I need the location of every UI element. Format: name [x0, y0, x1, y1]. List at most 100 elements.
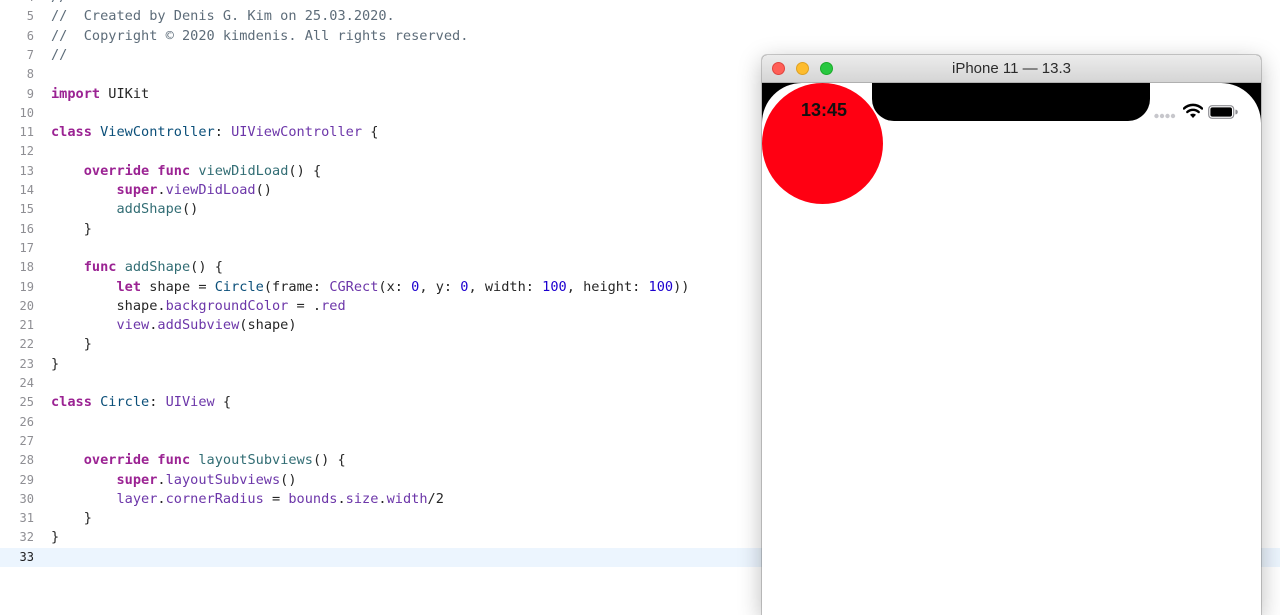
code-token: () { — [288, 162, 322, 179]
code-token: ViewController — [100, 124, 215, 141]
code-token: () { — [190, 259, 223, 276]
line-number: 9 — [26, 86, 34, 101]
code-token: override — [83, 452, 150, 469]
code-text: class Circle: UIView { — [51, 393, 231, 412]
code-token: super — [116, 471, 158, 488]
line-number: 14 — [19, 183, 34, 197]
code-text: // — [51, 46, 67, 65]
line-number: 26 — [19, 414, 34, 429]
code-text: class ViewController: UIViewController { — [51, 123, 378, 142]
code-token: , width: — [468, 278, 543, 295]
code-token: , height: — [566, 278, 649, 295]
code-token: )) — [673, 278, 690, 295]
line-number: 29 — [19, 472, 34, 487]
app-display[interactable]: 13:45 — [762, 83, 1261, 615]
code-token: viewDidLoad — [198, 162, 289, 179]
code-token: { — [214, 394, 232, 411]
code-token: // Copyright © 2020 kimdenis. All rights… — [51, 27, 469, 44]
line-number: 18 — [19, 260, 34, 275]
code-token: () — [181, 201, 199, 218]
code-token: addSubview — [157, 317, 240, 334]
code-token: } — [51, 355, 60, 372]
code-text: } — [51, 220, 92, 239]
code-token: /2 — [427, 490, 444, 507]
code-token: let — [116, 278, 142, 295]
code-token: bounds — [288, 490, 338, 507]
code-token: } — [51, 220, 92, 237]
simulator-titlebar[interactable]: iPhone 11 — 13.3 — [762, 55, 1261, 83]
code-token: UIKit — [100, 85, 150, 102]
code-token: 100 — [542, 278, 567, 295]
code-text: let shape = Circle(frame: CGRect(x: 0, y… — [51, 278, 689, 297]
line-number: 19 — [19, 279, 34, 294]
code-text: // — [51, 0, 67, 7]
line-number: 17 — [19, 240, 34, 255]
code-token: (shape) — [239, 317, 297, 334]
line-number: 24 — [19, 376, 34, 390]
line-number: 6 — [26, 28, 34, 43]
line-number: 22 — [19, 337, 34, 352]
code-token: // Created by Denis G. Kim on 25.03.2020… — [51, 8, 395, 25]
code-token: . — [157, 490, 166, 507]
line-number: 7 — [26, 47, 34, 62]
simulator-window: iPhone 11 — 13.3 13:45 — [762, 55, 1261, 615]
code-text: } — [51, 335, 92, 354]
code-token: : — [149, 394, 166, 411]
code-token: addShape — [124, 259, 191, 276]
code-text: func addShape() { — [51, 258, 223, 277]
code-text: } — [51, 355, 59, 374]
line-number: 27 — [19, 433, 34, 448]
code-token: super — [116, 182, 158, 198]
code-token: func — [157, 452, 191, 469]
code-token: (x: — [378, 278, 412, 295]
code-token: UIViewController — [231, 124, 363, 141]
code-text: view.addSubview(shape) — [51, 316, 297, 335]
line-number: 20 — [19, 298, 34, 313]
code-token: . — [157, 471, 166, 488]
code-token: UIView — [165, 394, 215, 411]
code-text: // Copyright © 2020 kimdenis. All rights… — [51, 27, 468, 46]
code-token: backgroundColor — [165, 297, 289, 314]
code-token: Circle — [100, 394, 150, 411]
line-number: 4 — [0, 0, 34, 7]
code-token: class — [51, 124, 92, 141]
code-text: layer.cornerRadius = bounds.size.width/2 — [51, 490, 444, 509]
code-token: override — [83, 162, 150, 179]
line-number: 12 — [19, 144, 34, 159]
battery-icon — [1208, 105, 1238, 119]
line-number: 32 — [19, 530, 34, 545]
line-number: 11 — [19, 125, 34, 140]
code-token: shape. — [51, 297, 166, 314]
line-number: 31 — [19, 511, 34, 526]
line-number: 28 — [19, 453, 34, 468]
device-screen[interactable]: 13:45 — [762, 83, 1261, 615]
code-token: size — [345, 490, 379, 507]
code-token: import — [51, 85, 101, 102]
code-token: viewDidLoad — [165, 182, 256, 198]
code-token: layer — [116, 490, 158, 507]
code-token: () — [280, 471, 297, 488]
code-token: cornerRadius — [165, 490, 264, 507]
code-line[interactable]: 5 // Created by Denis G. Kim on 25.03.202… — [0, 7, 1280, 26]
code-token: = . — [288, 297, 322, 314]
code-token: = — [263, 490, 289, 507]
code-token: shape = — [141, 278, 215, 295]
line-number: 10 — [19, 105, 34, 120]
line-number: 30 — [19, 491, 34, 506]
code-token: layoutSubviews — [165, 471, 281, 488]
line-number: 21 — [19, 318, 34, 333]
code-line[interactable]: 4 // — [0, 0, 1280, 7]
line-number: 23 — [19, 356, 34, 371]
code-token: . — [337, 490, 346, 507]
code-line[interactable]: 6 // Copyright © 2020 kimdenis. All right… — [0, 27, 1280, 46]
line-number: 25 — [19, 395, 34, 410]
simulator-title: iPhone 11 — 13.3 — [952, 60, 1071, 77]
code-text: shape.backgroundColor = .red — [51, 297, 345, 316]
code-text: } — [51, 528, 59, 547]
